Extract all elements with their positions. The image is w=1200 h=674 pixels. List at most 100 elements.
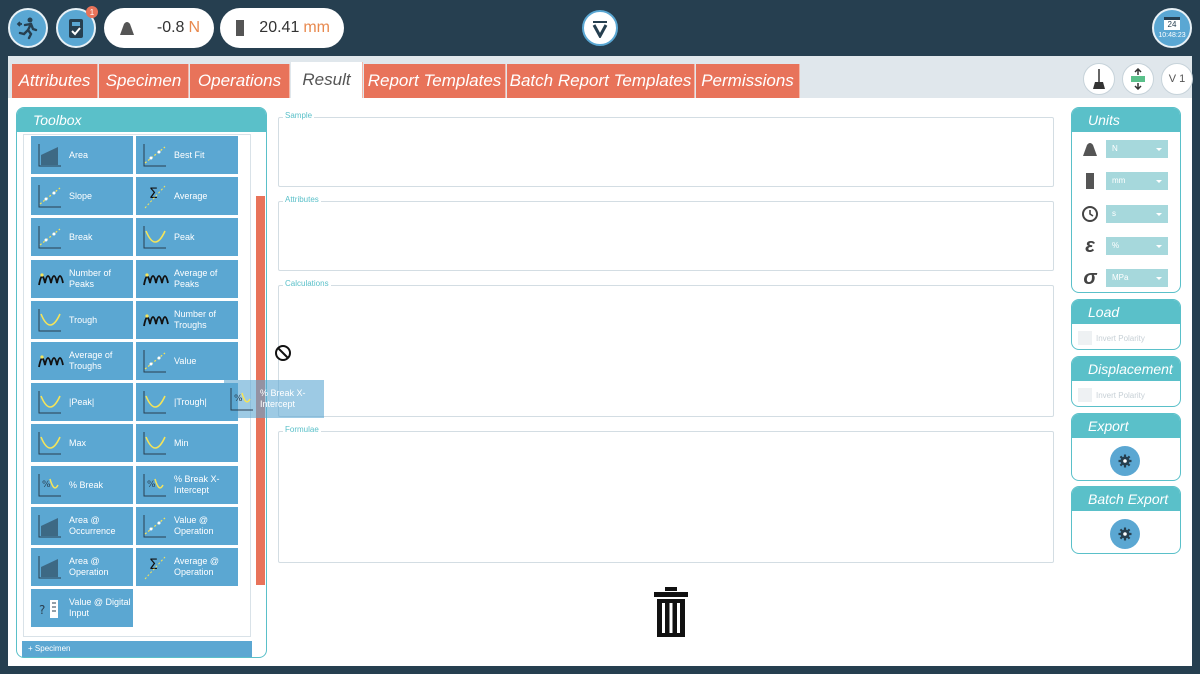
tool-percent-break-x-intercept[interactable]: % % Break X-Intercept (136, 466, 238, 504)
tool-average-of-troughs[interactable]: Average of Troughs (31, 342, 133, 380)
displacement-invert-checkbox[interactable] (1078, 388, 1092, 402)
tool-label: Value (174, 355, 197, 366)
export-settings-button[interactable] (1110, 446, 1140, 476)
tool-max[interactable]: Max (31, 424, 133, 462)
tool-label: |Peak| (69, 396, 95, 407)
svg-text:?: ? (39, 603, 45, 617)
tab-specimen[interactable]: Specimen (99, 64, 189, 98)
broom-button[interactable] (1083, 63, 1115, 95)
unit-row-stress: σ MPa (1078, 267, 1168, 289)
batch-export-settings-button[interactable] (1110, 519, 1140, 549)
tool-label: Area @ Operation (69, 556, 109, 577)
weight-icon (1078, 138, 1102, 160)
displacement-unit-select[interactable]: mm (1106, 172, 1168, 190)
specimen-section-header[interactable]: + Specimen (22, 641, 252, 657)
tool-label: Break (69, 231, 93, 242)
tool-number-of-peaks[interactable]: Number of Peaks (31, 260, 133, 298)
tab-result[interactable]: Result (291, 62, 363, 98)
tool-value-at-operation[interactable]: Value @ Operation (136, 507, 238, 545)
tool-number-of-troughs[interactable]: Number of Troughs (136, 301, 238, 339)
device-button[interactable]: 1 (56, 6, 98, 48)
units-panel: Units (1071, 107, 1181, 293)
average-of-troughs-icon (35, 346, 65, 376)
attributes-section-label: Attributes (283, 195, 321, 204)
tool-label: Trough (69, 314, 98, 325)
tool-average-of-peaks[interactable]: Average of Peaks (136, 260, 238, 298)
clock-widget[interactable]: 24 10:48:23 (1152, 8, 1192, 48)
tab-report-templates[interactable]: Report Templates (364, 64, 506, 98)
clock-icon (1078, 203, 1102, 225)
time-unit-select[interactable]: s (1106, 205, 1168, 223)
tool-min[interactable]: Min (136, 424, 238, 462)
formulae-section[interactable]: Formulae (278, 425, 1054, 563)
tool-abs-peak[interactable]: |Peak| (31, 383, 133, 421)
tool-peak[interactable]: Peak (136, 218, 238, 256)
tool-best-fit[interactable]: Best Fit (136, 136, 238, 174)
weight-icon (120, 22, 134, 35)
displacement-invert-label: Invert Polarity (1096, 390, 1145, 400)
attributes-section[interactable]: Attributes (278, 195, 1054, 271)
version-button[interactable]: V 1 (1161, 63, 1193, 95)
load-invert-polarity[interactable]: Invert Polarity (1078, 331, 1145, 345)
tab-operations[interactable]: Operations (190, 64, 290, 98)
tab-permissions[interactable]: Permissions (696, 64, 800, 98)
toolbox-title: Toolbox (17, 108, 266, 132)
exit-running-icon (16, 17, 38, 40)
max-icon (35, 428, 65, 458)
slope-icon (35, 181, 65, 211)
displacement-unit: mm (303, 19, 330, 36)
tool-break[interactable]: Break (31, 218, 133, 256)
svg-text:%: % (147, 480, 156, 490)
tool-area-at-operation[interactable]: Area @ Operation (31, 548, 133, 586)
tool-value-at-digital-input[interactable]: ? Value @ Digital Input (31, 589, 133, 627)
exit-button[interactable] (8, 8, 48, 48)
load-unit-select[interactable]: N (1106, 140, 1168, 158)
stress-unit-select[interactable]: MPa (1106, 269, 1168, 287)
trash-icon[interactable] (652, 586, 690, 638)
stress-sigma-icon: σ (1083, 266, 1097, 289)
load-invert-checkbox[interactable] (1078, 331, 1092, 345)
tab-attributes[interactable]: Attributes (12, 64, 98, 98)
strain-epsilon-icon: ε (1085, 234, 1095, 257)
export-panel-title: Export (1072, 414, 1180, 438)
unit-row-load: N (1078, 138, 1168, 160)
tool-average-at-operation[interactable]: Σ Average @ Operation (136, 548, 238, 586)
displacement-value: 20.41 (259, 19, 300, 36)
tool-area-chart[interactable]: Area (31, 136, 133, 174)
number-of-peaks-icon (35, 264, 65, 294)
broom-icon (1093, 69, 1105, 89)
resize-button[interactable] (1122, 63, 1154, 95)
sample-section-label: Sample (283, 111, 315, 120)
no-drop-icon (275, 345, 291, 361)
tab-batch-report-templates[interactable]: Batch Report Templates (507, 64, 695, 98)
sample-section[interactable]: Sample (278, 111, 1054, 187)
min-icon (140, 428, 170, 458)
specimen-section-label: Specimen (34, 644, 71, 653)
drag-ghost-tool: % % Break X-Intercept (224, 380, 324, 418)
top-bar: 1 -0.8 N 20.41 mm 24 10:48:23 (0, 0, 1200, 56)
tool-area-at-occurrence[interactable]: Area @ Occurrence (31, 507, 133, 545)
tool-slope[interactable]: Slope (31, 177, 133, 215)
tool-label: Average of Troughs (69, 350, 113, 371)
tool-average[interactable]: Σ Average (136, 177, 238, 215)
strain-unit-select[interactable]: % (1106, 237, 1168, 255)
drag-ghost-label: % Break X-Intercept (260, 388, 306, 409)
ruler-icon (1078, 170, 1102, 192)
displacement-readout: 20.41 mm (220, 8, 344, 48)
load-invert-label: Invert Polarity (1096, 333, 1145, 343)
plus-icon: + (28, 644, 33, 653)
area-chart-icon (35, 140, 65, 170)
tool-trough[interactable]: Trough (31, 301, 133, 339)
notification-badge: 1 (86, 6, 98, 18)
displacement-invert-polarity[interactable]: Invert Polarity (1078, 388, 1145, 402)
tool-label: Slope (69, 190, 93, 201)
tool-label: Max (69, 437, 87, 448)
tool-label: Number of Peaks (69, 268, 112, 289)
tool-value[interactable]: Value (136, 342, 238, 380)
svg-text:Σ: Σ (149, 186, 158, 202)
tool-percent-break[interactable]: % % Break (31, 466, 133, 504)
gear-icon (1118, 527, 1132, 541)
abs-peak-icon (35, 387, 65, 417)
calculations-section[interactable]: Calculations (278, 279, 1054, 417)
tool-abs-trough[interactable]: |Trough| (136, 383, 238, 421)
